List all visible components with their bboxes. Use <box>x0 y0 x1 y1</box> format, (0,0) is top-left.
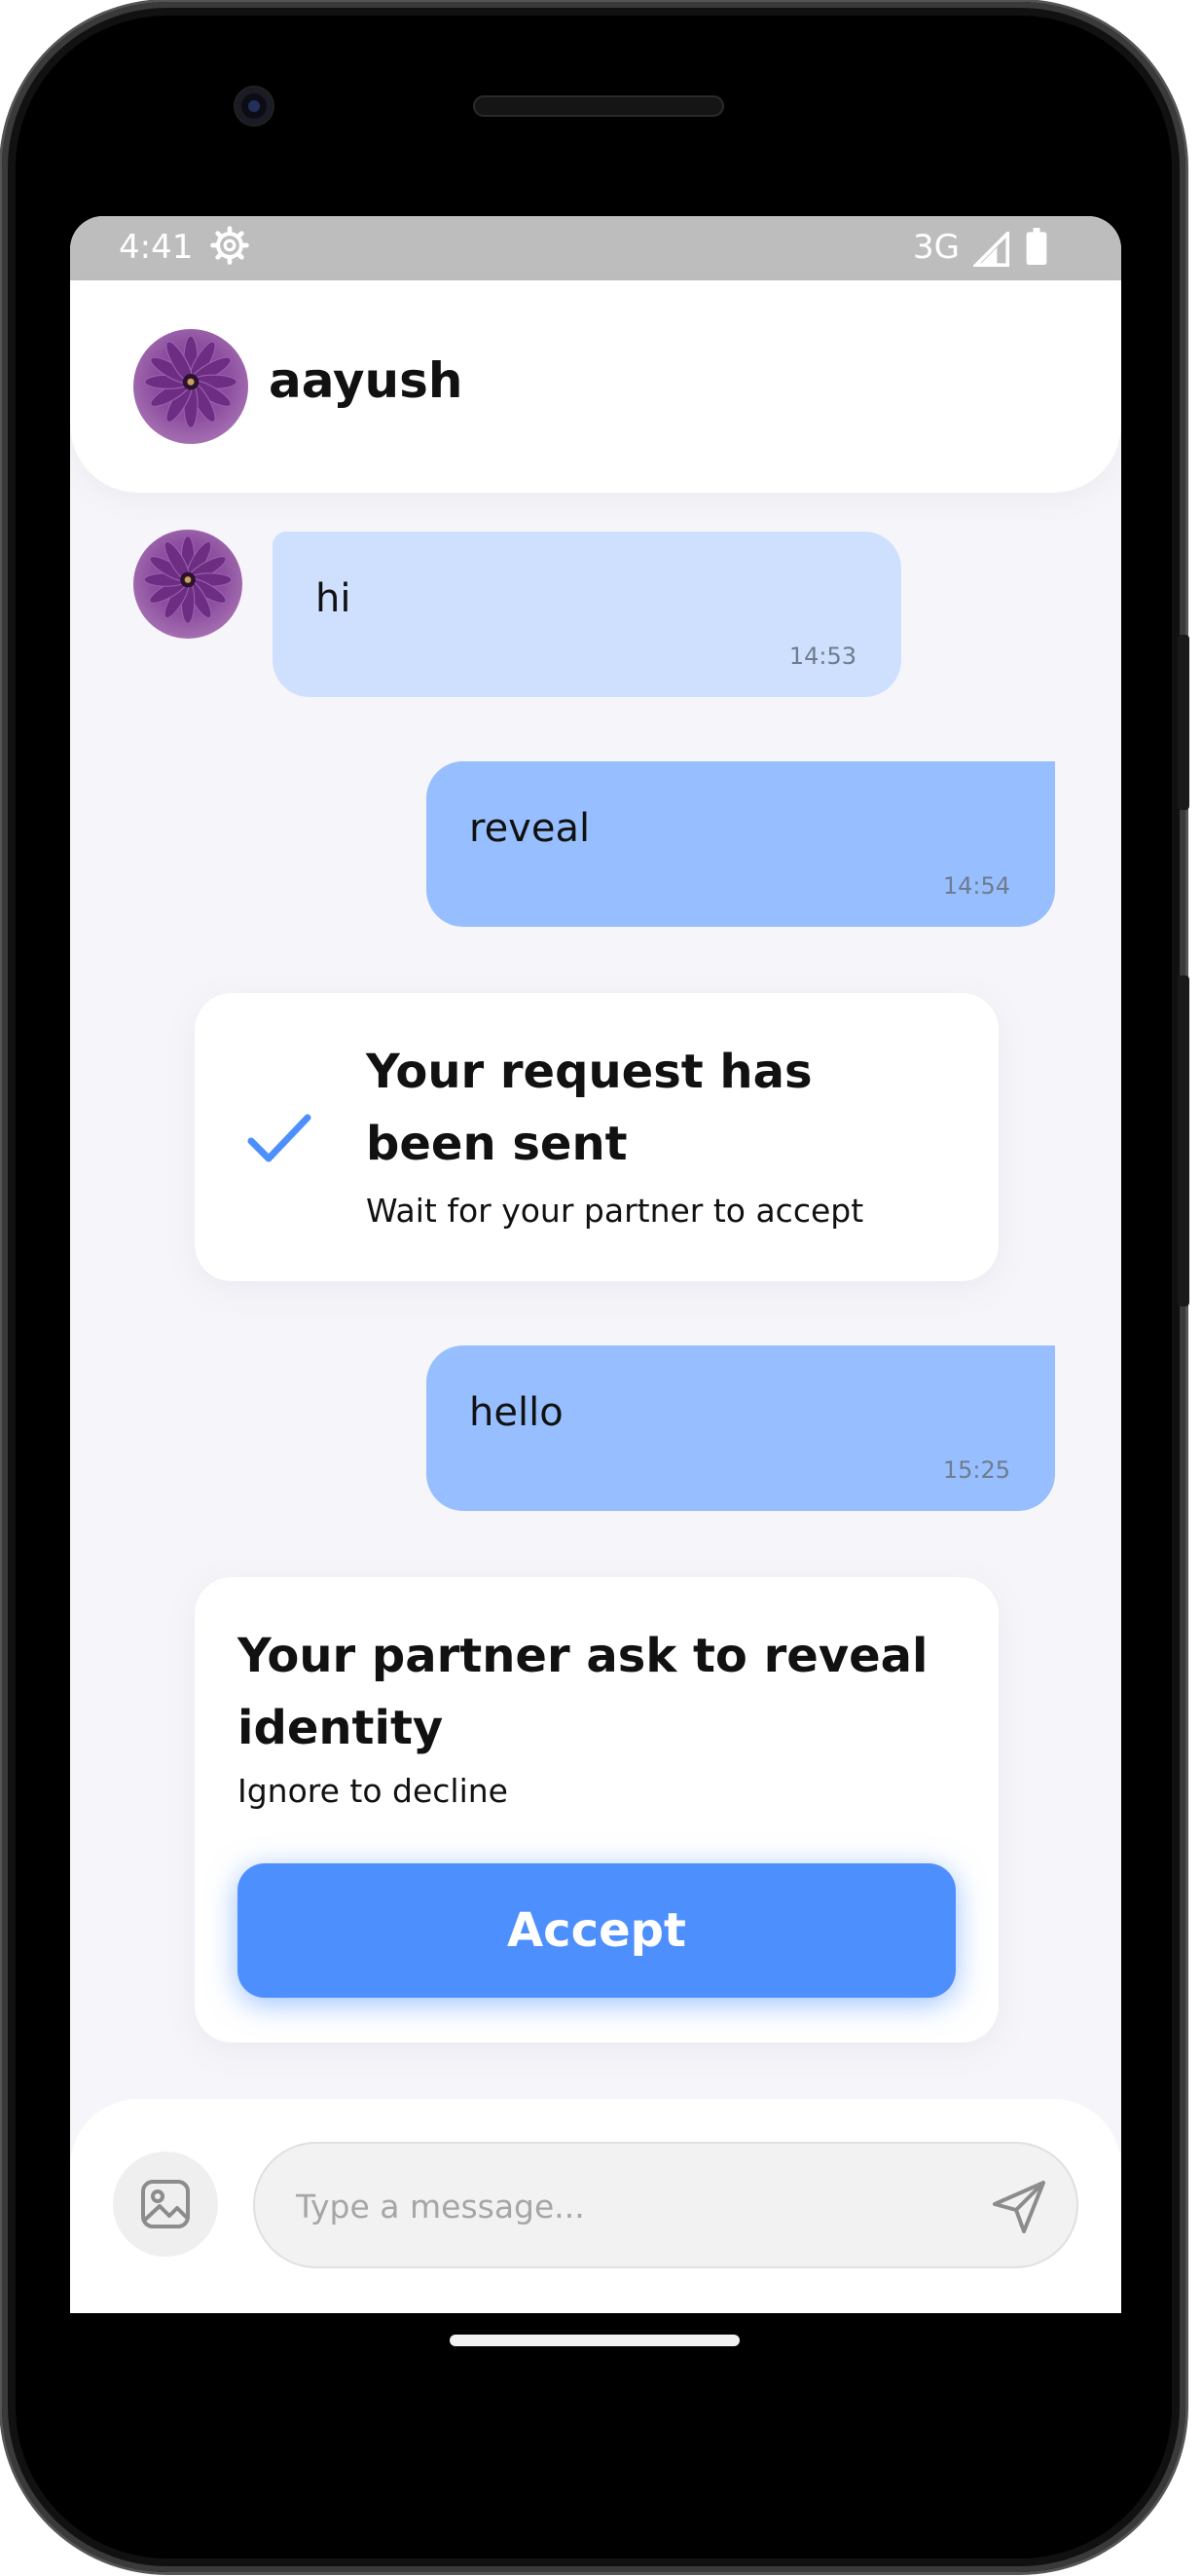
accept-button[interactable]: Accept <box>237 1863 956 1998</box>
status-time: 4:41 <box>119 228 194 267</box>
network-type: 3G <box>913 228 960 267</box>
message-text: hi <box>315 576 351 621</box>
request-sent-card: Your request has been sent Wait for your… <box>195 993 999 1281</box>
attach-image-button[interactable] <box>113 2152 218 2257</box>
phone-frame: 4:41 3G aayush hi 14:53 reveal 14:54 You… <box>2 2 1189 2572</box>
reveal-request-title: Your partner ask to reveal identity <box>237 1629 929 1755</box>
home-indicator <box>450 2335 740 2346</box>
chat-header: aayush <box>70 280 1121 493</box>
request-sent-title: Your request has been sent <box>366 1045 813 1171</box>
checkmark-icon <box>247 1114 311 1162</box>
signal-icon <box>973 232 1009 267</box>
flower-avatar-image <box>143 535 233 624</box>
reveal-request-subtitle: Ignore to decline <box>237 1772 508 1810</box>
status-bar: 4:41 3G <box>70 216 1121 280</box>
request-sent-subtitle: Wait for your partner to accept <box>366 1192 864 1230</box>
send-icon[interactable] <box>989 2177 1049 2237</box>
message-time: 15:25 <box>942 1456 1010 1484</box>
message-bubble-incoming[interactable]: hi 14:53 <box>273 532 901 697</box>
battery-icon <box>1026 228 1047 265</box>
message-text: hello <box>469 1390 564 1435</box>
message-avatar[interactable] <box>133 530 242 639</box>
volume-button <box>1178 975 1189 1306</box>
message-text: reveal <box>469 806 591 851</box>
message-bubble-outgoing[interactable]: reveal 14:54 <box>426 761 1055 927</box>
contact-name: aayush <box>269 352 463 409</box>
reveal-request-card: Your partner ask to reveal identity Igno… <box>195 1577 999 2042</box>
earpiece-speaker <box>473 95 724 117</box>
contact-avatar[interactable] <box>133 329 248 444</box>
settings-gear-icon <box>210 226 249 265</box>
flower-avatar-image <box>144 335 237 429</box>
message-input-container <box>253 2142 1078 2270</box>
message-composer <box>70 2099 1121 2313</box>
message-bubble-outgoing[interactable]: hello 15:25 <box>426 1345 1055 1511</box>
message-time: 14:53 <box>788 643 856 670</box>
power-button <box>1178 635 1189 810</box>
message-time: 14:54 <box>942 872 1010 900</box>
image-icon <box>141 2180 190 2228</box>
message-input[interactable] <box>294 2142 960 2270</box>
front-camera <box>236 88 273 125</box>
screen: 4:41 3G aayush hi 14:53 reveal 14:54 You… <box>70 216 1121 2313</box>
